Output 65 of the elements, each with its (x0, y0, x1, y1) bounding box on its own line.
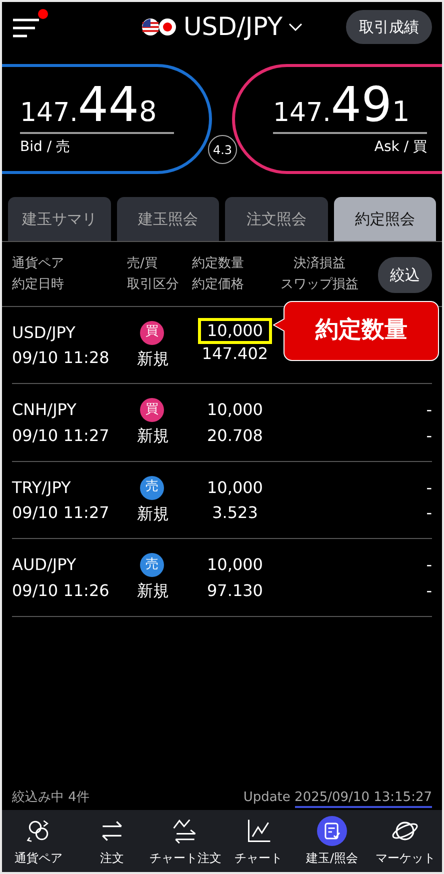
trade-datetime: 09/10 11:28 (12, 347, 110, 370)
settlement-pl: - (426, 476, 432, 499)
settlement-pl: - (426, 399, 432, 422)
swap-pl: - (426, 502, 432, 524)
trade-quantity: 10,000 (207, 476, 263, 499)
currency-pair: AUD/JPY (12, 554, 78, 576)
callout-label: 約定数量 (273, 300, 439, 361)
currency-pair: TRY/JPY (12, 476, 72, 499)
column-header: 約定価格 (192, 276, 245, 294)
tab[interactable]: 建玉照会 (116, 197, 219, 241)
flag-icon (142, 18, 178, 36)
tab[interactable]: 建玉サマリ (8, 197, 110, 241)
price-value: 147.49 1 (273, 80, 427, 134)
trade-datetime: 09/10 11:27 (12, 502, 110, 524)
ask-price-button[interactable]: 147.49 1 Ask / 買 (232, 64, 442, 174)
tab[interactable]: 注文照会 (225, 197, 328, 241)
trade-price: 97.130 (207, 580, 263, 602)
swap-pl: - (426, 580, 432, 602)
trade-quantity: 10,000 (201, 320, 269, 341)
trade-category: 新規 (137, 425, 169, 448)
column-header: 決済損益 (292, 255, 346, 273)
price-label: Ask / 買 (373, 138, 427, 156)
column-header: 売/買 (127, 255, 158, 273)
spread-value: 4.3 (208, 135, 237, 164)
column-header: スワップ損益 (280, 276, 360, 294)
nav-tab[interactable]: 建玉/照会 (295, 810, 369, 872)
side-badge: 買 (140, 320, 164, 345)
caret-icon (288, 23, 302, 31)
currency-pair: USD/JPY (12, 322, 76, 344)
nav-tab[interactable]: チャート (222, 810, 296, 872)
side-badge: 買 (140, 398, 164, 422)
trade-category: 新規 (137, 502, 169, 525)
side-badge: 売 (140, 476, 164, 500)
price-label: Bid / 売 (20, 138, 71, 156)
trade-datetime: 09/10 11:27 (12, 424, 110, 447)
tab[interactable]: 約定照会 (334, 197, 436, 241)
swap-pl: - (426, 424, 432, 447)
filter-status: 絞込み中 4件 (12, 788, 90, 806)
bid-price-button[interactable]: 147.448 Bid / 売 (2, 64, 212, 174)
nav-tab[interactable]: チャート注文 (148, 810, 222, 872)
column-header: 取引区分 (127, 276, 180, 294)
update-label: Update (243, 790, 290, 804)
price-value: 147.448 (20, 80, 174, 134)
side-badge: 売 (140, 553, 164, 578)
trade-price: 20.708 (207, 424, 263, 447)
filter-button[interactable]: 絞込 (378, 256, 432, 293)
trade-category: 新規 (137, 348, 169, 370)
nav-tab[interactable]: マーケット (368, 810, 442, 872)
column-header: 通貨ペア (12, 255, 65, 273)
column-header: 約定日時 (12, 276, 65, 294)
trade-quantity: 10,000 (207, 554, 263, 576)
trade-results-button[interactable]: 取引成績 (346, 10, 432, 44)
trade-price: 147.402 (202, 342, 268, 365)
column-header: 約定数量 (192, 255, 245, 273)
nav-tab[interactable]: 通貨ペア (2, 810, 76, 872)
trade-category: 新規 (137, 580, 169, 602)
trade-price: 3.523 (212, 502, 258, 524)
nav-tab[interactable]: 注文 (75, 810, 149, 872)
currency-pair-selector[interactable]: USD/JPY (142, 8, 302, 46)
settlement-pl: - (426, 554, 432, 576)
trade-quantity: 10,000 (207, 399, 263, 422)
menu-icon[interactable] (12, 16, 40, 39)
currency-pair: CNH/JPY (12, 399, 78, 422)
trade-datetime: 09/10 11:26 (12, 580, 110, 602)
update-time: 2025/09/10 13:15:27 (294, 790, 432, 808)
